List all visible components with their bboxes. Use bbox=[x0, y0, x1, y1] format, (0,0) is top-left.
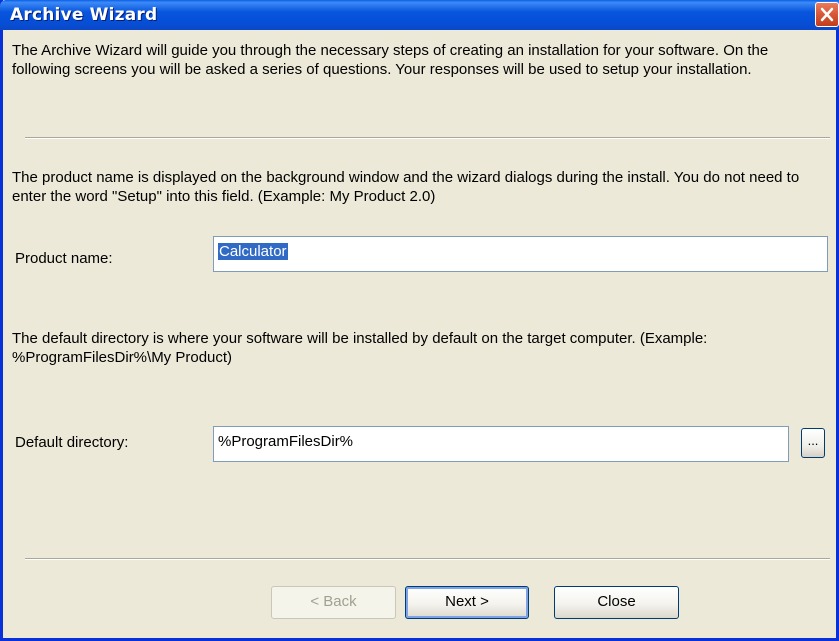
window-title: Archive Wizard bbox=[10, 5, 158, 25]
product-name-label: Product name: bbox=[15, 250, 113, 267]
separator-bottom bbox=[25, 558, 830, 560]
title-bar[interactable]: Archive Wizard bbox=[0, 0, 839, 30]
close-icon bbox=[820, 7, 834, 22]
wizard-content: The Archive Wizard will guide you throug… bbox=[3, 30, 836, 638]
back-button[interactable]: < Back bbox=[271, 586, 396, 619]
default-directory-label: Default directory: bbox=[15, 434, 129, 451]
product-description: The product name is displayed on the bac… bbox=[12, 169, 800, 205]
default-directory-input[interactable]: %ProgramFilesDir% bbox=[213, 426, 789, 462]
separator-top bbox=[25, 137, 830, 139]
browse-button[interactable]: ... bbox=[801, 428, 825, 458]
product-name-input[interactable]: Calculator bbox=[213, 236, 828, 272]
product-name-value: Calculator bbox=[218, 243, 288, 260]
next-button[interactable]: Next > bbox=[405, 586, 529, 619]
archive-wizard-window: Archive Wizard The Archive Wizard will g… bbox=[0, 0, 839, 641]
close-button[interactable]: Close bbox=[554, 586, 679, 619]
directory-description: The default directory is where your soft… bbox=[12, 330, 708, 366]
default-directory-value: %ProgramFilesDir% bbox=[218, 433, 354, 450]
intro-text: The Archive Wizard will guide you throug… bbox=[12, 42, 769, 78]
close-window-button[interactable] bbox=[815, 2, 839, 27]
